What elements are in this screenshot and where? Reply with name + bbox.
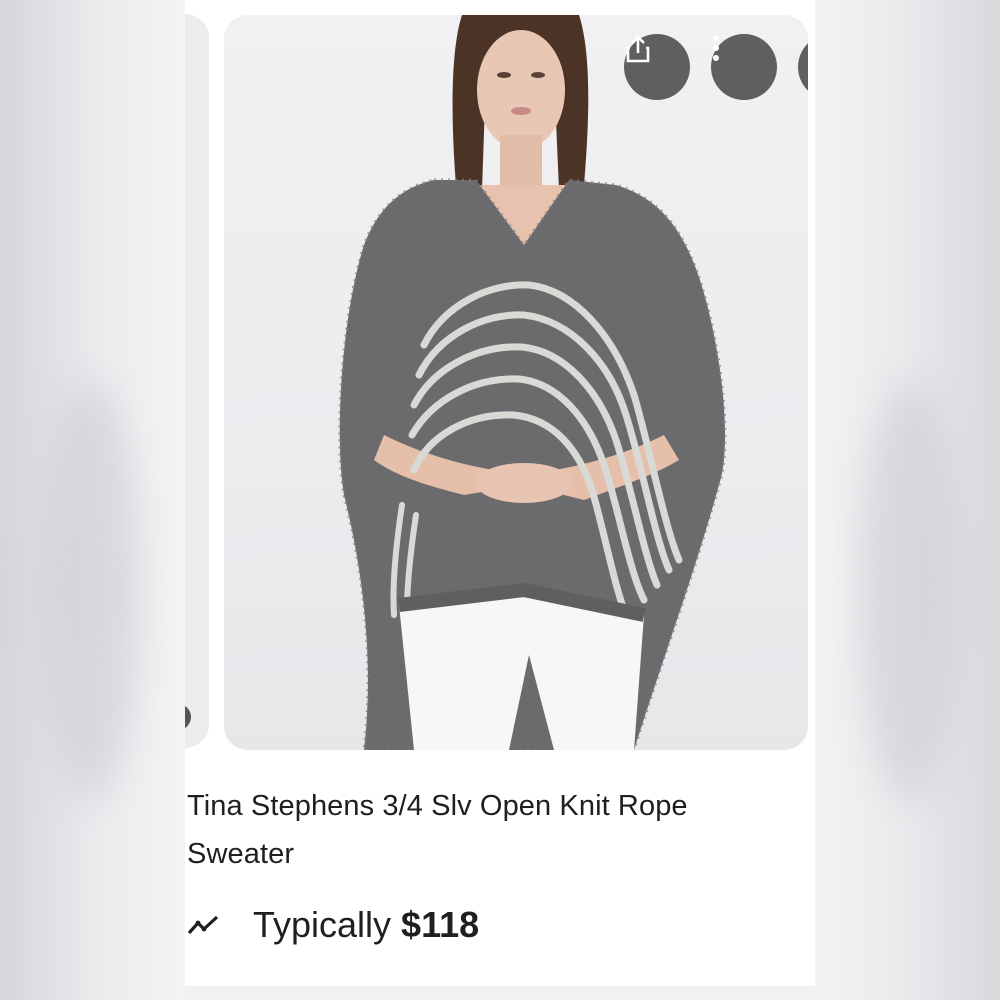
price-trend-icon (187, 915, 219, 935)
product-result-screen: Tina Stephens 3/4 Slv Open Knit Rope Swe… (185, 0, 815, 1000)
price-label: Typically (253, 904, 392, 945)
more-vertical-icon (713, 35, 719, 61)
product-image-card[interactable] (224, 15, 808, 750)
share-button[interactable] (624, 34, 690, 100)
more-options-button[interactable] (711, 34, 777, 100)
next-card-edge (185, 986, 815, 1000)
price-value: $118 (401, 904, 480, 945)
background-blur (860, 380, 960, 800)
previous-image-card[interactable] (185, 14, 209, 748)
background-blur (40, 380, 140, 800)
product-photo (338, 15, 727, 750)
share-icon (626, 35, 650, 63)
product-title[interactable]: Tina Stephens 3/4 Slv Open Knit Rope Swe… (187, 782, 787, 878)
price-info: Typically $118 (187, 898, 479, 952)
